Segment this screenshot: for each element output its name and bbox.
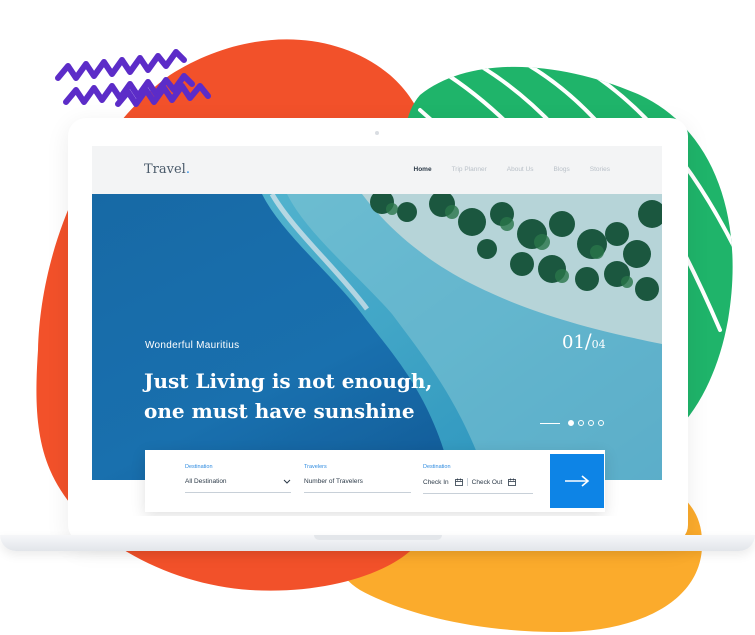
nav-item-blogs[interactable]: Blogs [554, 166, 570, 173]
check-in-input[interactable]: Check In [423, 478, 468, 486]
laptop-camera [375, 131, 379, 135]
dates-inputs: Check In Check Out [423, 478, 533, 486]
destination-underline [185, 492, 291, 493]
slide-separator: / [584, 329, 592, 353]
laptop-notch [314, 535, 442, 540]
nav-item-home[interactable]: Home [414, 166, 432, 173]
check-out-label: Check Out [471, 478, 503, 486]
travelers-underline [304, 492, 411, 493]
travelers-placeholder: Number of Travelers [304, 478, 363, 485]
destination-value: All Destination [185, 478, 227, 485]
booking-search-bar: Destination All Destination Travelers Nu… [145, 450, 605, 512]
dates-field[interactable]: Destination Check In Check Out [423, 464, 533, 494]
slide-pagination [540, 420, 604, 426]
travelers-field[interactable]: Travelers Number of Travelers [304, 464, 411, 493]
brand-logo[interactable]: Travel. [144, 162, 190, 177]
check-out-input[interactable]: Check Out [472, 478, 517, 486]
destination-label: Destination [185, 464, 213, 470]
pagination-dot[interactable] [568, 420, 574, 426]
main-nav: Home Trip Planner About Us Blogs Stories [414, 166, 610, 173]
pagination-dot[interactable] [578, 420, 584, 426]
hero-subtitle: Wonderful Mauritius [145, 340, 240, 351]
destination-select[interactable]: All Destination [185, 478, 291, 485]
brand-dot: . [185, 162, 190, 177]
slide-counter: 01/04 [562, 329, 606, 353]
dates-underline [423, 493, 533, 494]
chevron-down-icon [283, 479, 291, 484]
slide-total: 04 [591, 338, 606, 351]
pagination-dot[interactable] [598, 420, 604, 426]
check-in-label: Check In [423, 478, 449, 486]
calendar-icon [508, 478, 517, 486]
pagination-line [540, 422, 560, 424]
arrow-right-icon [565, 475, 590, 487]
hero-title: Just Living is not enough, one must have … [144, 366, 474, 426]
laptop-screen: Travel. Home Trip Planner About Us Blogs… [92, 146, 662, 516]
hero-banner: Wonderful Mauritius Just Living is not e… [92, 194, 662, 480]
slide-current: 01 [562, 332, 585, 353]
dates-label: Destination [423, 464, 451, 470]
nav-item-trip-planner[interactable]: Trip Planner [452, 166, 487, 173]
nav-item-about-us[interactable]: About Us [507, 166, 534, 173]
nav-item-stories[interactable]: Stories [590, 166, 610, 173]
hero-title-line-1: Just Living is not enough, [144, 369, 433, 393]
destination-field[interactable]: Destination All Destination [185, 464, 291, 493]
top-navbar: Travel. Home Trip Planner About Us Blogs… [92, 146, 662, 194]
travelers-input[interactable]: Number of Travelers [304, 478, 411, 485]
search-submit-button[interactable] [550, 454, 604, 508]
hero-title-line-2: one must have sunshine [144, 399, 415, 423]
pagination-dot[interactable] [588, 420, 594, 426]
brand-name: Travel [144, 162, 186, 177]
calendar-icon [454, 478, 463, 486]
squiggle-lines-icon [55, 49, 211, 107]
travelers-label: Travelers [304, 464, 327, 470]
